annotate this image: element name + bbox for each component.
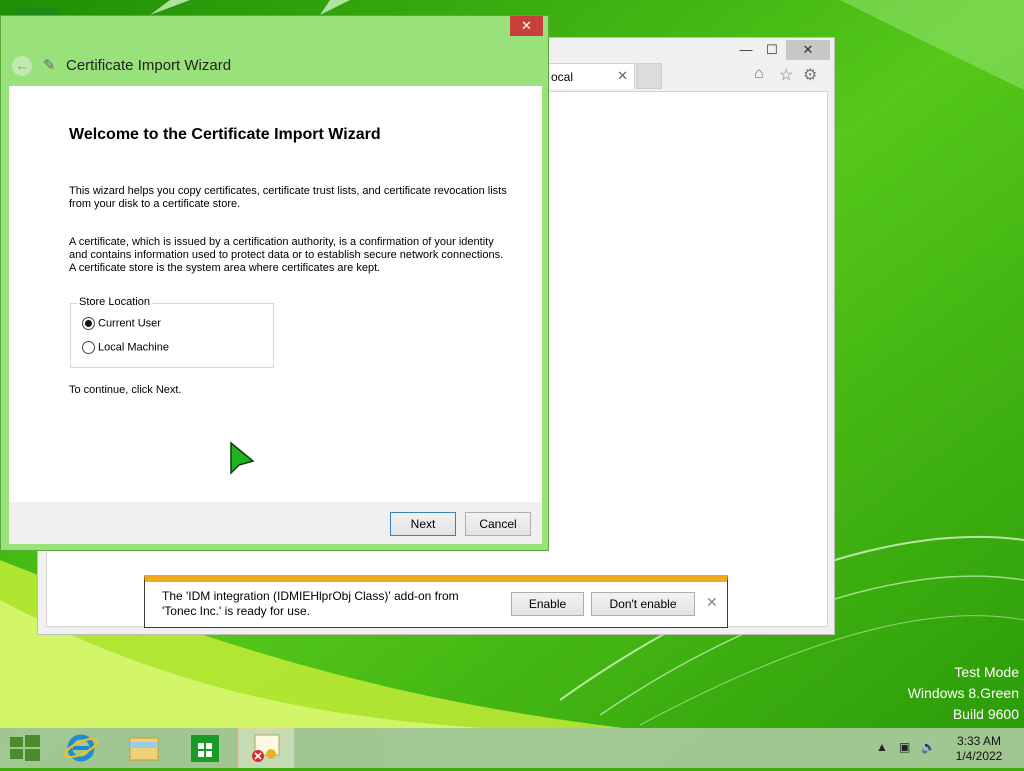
local-machine-option[interactable]: Local Machine bbox=[82, 341, 169, 354]
local-machine-radio[interactable] bbox=[82, 341, 95, 354]
browser-tab[interactable]: ocal ✕ bbox=[544, 63, 635, 89]
start-button[interactable] bbox=[0, 728, 52, 768]
system-clock[interactable]: 3:33 AM 1/4/2022 bbox=[943, 734, 1015, 764]
clock-time: 3:33 AM bbox=[956, 734, 1002, 748]
minimize-button[interactable]: — bbox=[732, 40, 760, 60]
cancel-button[interactable]: Cancel bbox=[465, 512, 531, 536]
local-machine-label: Local Machine bbox=[98, 341, 169, 354]
dont-enable-button[interactable]: Don't enable bbox=[591, 592, 695, 616]
certificate-icon: ✎ bbox=[43, 57, 56, 74]
continue-instruction: To continue, click Next. bbox=[69, 384, 182, 396]
addon-notification-bar: The 'IDM integration (IDMIEHlprObj Class… bbox=[144, 575, 728, 628]
volume-icon[interactable]: 🔊 bbox=[921, 740, 936, 754]
current-user-option[interactable]: Current User bbox=[82, 317, 161, 330]
wizard-footer: Next Cancel bbox=[9, 502, 542, 544]
wizard-body: Welcome to the Certificate Import Wizard… bbox=[9, 86, 542, 502]
settings-gear-icon[interactable]: ⚙ bbox=[803, 65, 817, 85]
store-location-group: Store Location Current User Local Machin… bbox=[70, 296, 274, 368]
tab-label: ocal bbox=[551, 70, 574, 84]
current-user-radio[interactable] bbox=[82, 317, 95, 330]
store-icon bbox=[191, 735, 219, 762]
certificate-error-icon bbox=[252, 734, 280, 762]
maximize-button[interactable]: ☐ bbox=[760, 40, 784, 60]
wizard-close-button[interactable]: ✕ bbox=[510, 16, 543, 36]
tab-close-button[interactable]: ✕ bbox=[617, 68, 628, 84]
windows-logo-icon bbox=[10, 735, 40, 761]
taskbar-file-explorer[interactable] bbox=[118, 728, 170, 768]
store-location-label: Store Location bbox=[77, 296, 152, 308]
enable-button[interactable]: Enable bbox=[511, 592, 584, 616]
test-mode-watermark: Test Mode Windows 8.Green Build 9600 bbox=[908, 662, 1019, 725]
wizard-heading: Welcome to the Certificate Import Wizard bbox=[69, 126, 381, 143]
clock-date: 1/4/2022 bbox=[955, 749, 1003, 763]
watermark-line-2: Windows 8.Green bbox=[907, 685, 1019, 701]
watermark-line-1: Test Mode bbox=[954, 664, 1019, 680]
folder-icon bbox=[129, 737, 159, 761]
taskbar-internet-explorer[interactable] bbox=[55, 728, 107, 768]
current-user-label: Current User bbox=[98, 317, 161, 330]
notification-message: The 'IDM integration (IDMIEHlprObj Class… bbox=[162, 589, 459, 618]
taskbar-store[interactable] bbox=[179, 728, 231, 768]
next-button[interactable]: Next bbox=[390, 512, 456, 536]
show-hidden-icons-chevron-icon[interactable]: ▲ bbox=[876, 740, 888, 754]
home-icon[interactable]: ⌂ bbox=[754, 65, 764, 83]
back-arrow-icon[interactable]: ← bbox=[12, 56, 32, 76]
close-button[interactable]: ✕ bbox=[786, 40, 830, 60]
taskbar-certificate-wizard[interactable] bbox=[238, 728, 294, 768]
taskbar: ▲ ▣ 🔊 3:33 AM 1/4/2022 bbox=[0, 728, 1024, 768]
favorites-star-icon[interactable]: ☆ bbox=[779, 65, 793, 85]
new-tab-button[interactable] bbox=[636, 63, 662, 89]
watermark-line-3: Build 9600 bbox=[952, 706, 1019, 722]
certificate-import-wizard-dialog: ✕ ← ✎ Certificate Import Wizard Welcome … bbox=[0, 15, 549, 551]
network-icon[interactable]: ▣ bbox=[899, 740, 910, 754]
wizard-intro-paragraph: This wizard helps you copy certificates,… bbox=[69, 185, 507, 210]
mouse-cursor-icon bbox=[230, 441, 255, 475]
wizard-title: Certificate Import Wizard bbox=[66, 57, 232, 74]
internet-explorer-icon bbox=[64, 734, 98, 762]
notification-close-icon[interactable]: ✕ bbox=[706, 594, 718, 611]
wizard-description-paragraph: A certificate, which is issued by a cert… bbox=[69, 236, 504, 274]
